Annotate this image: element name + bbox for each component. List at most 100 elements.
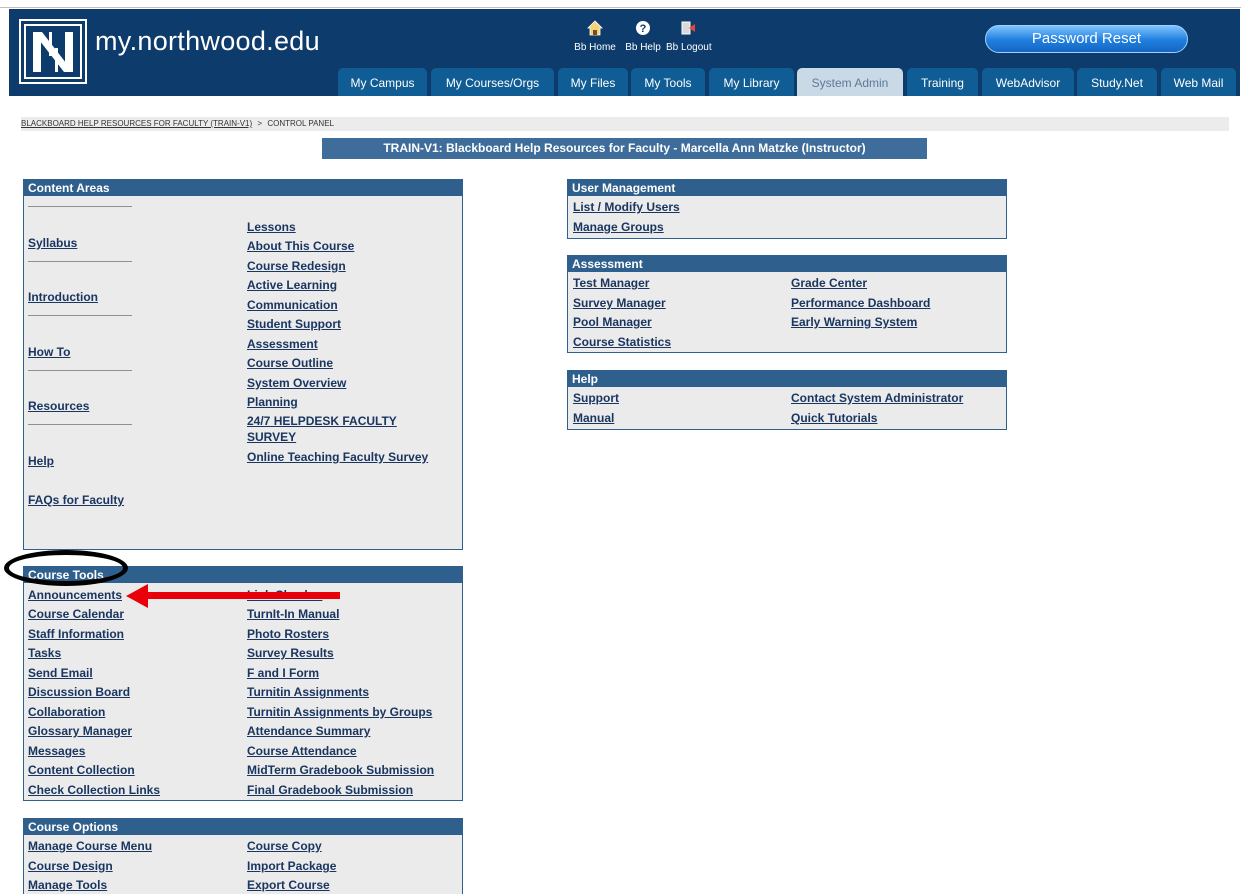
content-link-how-to[interactable]: How To	[28, 345, 70, 359]
content-link-lessons[interactable]: Lessons	[247, 220, 296, 234]
help-link-quick-tutorials[interactable]: Quick Tutorials	[791, 411, 877, 425]
tool-link-turnitin-assignments-groups[interactable]: Turnitin Assignments by Groups	[247, 705, 432, 719]
breadcrumb-current: CONTROL PANEL	[267, 119, 334, 128]
arrow-annotation	[144, 592, 340, 599]
password-reset-button[interactable]: Password Reset	[985, 25, 1188, 53]
tab-my-courses-orgs[interactable]: My Courses/Orgs	[431, 68, 554, 96]
breadcrumb-course-link[interactable]: BLACKBOARD HELP RESOURCES FOR FACULTY (T…	[21, 119, 252, 128]
content-link-active-learning[interactable]: Active Learning	[247, 278, 337, 292]
breadcrumb-separator: >	[257, 119, 263, 128]
tool-link-survey-results[interactable]: Survey Results	[247, 646, 334, 660]
assess-link-pool-manager[interactable]: Pool Manager	[573, 315, 652, 329]
content-link-help[interactable]: Help	[28, 454, 54, 468]
page: my.northwood.edu Bb Home ? Bb Help Bb Lo…	[0, 0, 1241, 894]
content-link-about-course[interactable]: About This Course	[247, 239, 354, 253]
help-icon: ?	[621, 20, 665, 38]
tool-link-content-collection[interactable]: Content Collection	[28, 763, 135, 777]
tool-link-turnitin-assignments[interactable]: Turnitin Assignments	[247, 685, 369, 699]
divider	[28, 424, 132, 425]
user-management-title: User Management	[568, 180, 1006, 196]
tool-link-discussion-board[interactable]: Discussion Board	[28, 685, 130, 699]
tab-my-tools[interactable]: My Tools	[631, 68, 705, 96]
tool-link-announcements[interactable]: Announcements	[28, 588, 122, 602]
arrow-head-icon	[126, 584, 148, 608]
top-rule	[0, 7, 1241, 8]
tool-link-collaboration[interactable]: Collaboration	[28, 705, 105, 719]
help-link-support[interactable]: Support	[573, 391, 619, 405]
content-areas-title: Content Areas	[24, 180, 462, 196]
logo-icon	[21, 21, 85, 82]
tool-link-midterm-gradebook[interactable]: MidTerm Gradebook Submission	[247, 763, 434, 777]
tab-my-library[interactable]: My Library	[709, 68, 794, 96]
tool-link-glossary-manager[interactable]: Glossary Manager	[28, 724, 132, 738]
bb-logout-label: Bb Logout	[666, 42, 712, 53]
assess-link-test-manager[interactable]: Test Manager	[573, 276, 649, 290]
help-title: Help	[568, 371, 1006, 387]
breadcrumb: BLACKBOARD HELP RESOURCES FOR FACULTY (T…	[21, 117, 1229, 131]
course-options-title: Course Options	[24, 819, 462, 835]
tool-link-f-and-i-form[interactable]: F and I Form	[247, 666, 319, 680]
highlight-circle	[4, 550, 128, 586]
content-link-planning[interactable]: Planning	[247, 395, 298, 409]
logout-icon	[666, 20, 710, 38]
tool-link-check-collection-links[interactable]: Check Collection Links	[28, 783, 160, 797]
bb-help-link[interactable]: ? Bb Help	[621, 20, 665, 53]
content-link-assessment[interactable]: Assessment	[247, 337, 318, 351]
tab-web-mail[interactable]: Web Mail	[1161, 68, 1236, 96]
option-link-course-copy[interactable]: Course Copy	[247, 839, 322, 853]
tool-link-staff-information[interactable]: Staff Information	[28, 627, 124, 641]
content-link-system-overview[interactable]: System Overview	[247, 376, 346, 390]
assess-link-performance-dashboard[interactable]: Performance Dashboard	[791, 296, 930, 310]
content-link-course-redesign[interactable]: Course Redesign	[247, 259, 346, 273]
tool-link-send-email[interactable]: Send Email	[28, 666, 93, 680]
divider	[28, 206, 132, 207]
assess-link-course-statistics[interactable]: Course Statistics	[573, 335, 671, 349]
help-link-manual[interactable]: Manual	[573, 411, 614, 425]
tool-link-final-gradebook[interactable]: Final Gradebook Submission	[247, 783, 413, 797]
option-link-course-design[interactable]: Course Design	[28, 859, 113, 873]
northwood-logo[interactable]	[19, 19, 87, 84]
content-link-faqs[interactable]: FAQs for Faculty	[28, 493, 124, 507]
option-link-manage-tools[interactable]: Manage Tools	[28, 878, 107, 892]
tool-link-photo-rosters[interactable]: Photo Rosters	[247, 627, 329, 641]
option-link-export-course[interactable]: Export Course	[247, 878, 330, 892]
content-link-syllabus[interactable]: Syllabus	[28, 236, 77, 250]
tab-webadvisor[interactable]: WebAdvisor	[982, 68, 1074, 96]
content-link-helpdesk-survey-cont[interactable]: SURVEY	[247, 430, 296, 444]
tool-link-attendance-summary[interactable]: Attendance Summary	[247, 724, 370, 738]
divider	[28, 370, 132, 371]
user-link-list-modify[interactable]: List / Modify Users	[573, 200, 680, 214]
bb-help-label: Bb Help	[625, 42, 661, 53]
content-link-helpdesk-survey[interactable]: 24/7 HELPDESK FACULTY	[247, 414, 397, 428]
option-link-manage-course-menu[interactable]: Manage Course Menu	[28, 839, 152, 853]
user-link-manage-groups[interactable]: Manage Groups	[573, 220, 664, 234]
tool-link-course-calendar[interactable]: Course Calendar	[28, 607, 124, 621]
assess-link-early-warning[interactable]: Early Warning System	[791, 315, 917, 329]
home-icon	[573, 20, 617, 38]
tab-my-campus[interactable]: My Campus	[338, 68, 427, 96]
tab-system-admin[interactable]: System Admin	[797, 68, 903, 96]
content-link-student-support[interactable]: Student Support	[247, 317, 341, 331]
content-link-course-outline[interactable]: Course Outline	[247, 356, 333, 370]
tab-my-files[interactable]: My Files	[558, 68, 628, 96]
site-name: my.northwood.edu	[95, 26, 320, 56]
help-link-contact-admin[interactable]: Contact System Administrator	[791, 391, 963, 405]
assess-link-survey-manager[interactable]: Survey Manager	[573, 296, 666, 310]
tool-link-messages[interactable]: Messages	[28, 744, 85, 758]
tool-link-tasks[interactable]: Tasks	[28, 646, 61, 660]
bb-logout-link[interactable]: Bb Logout	[666, 20, 712, 53]
content-link-communication[interactable]: Communication	[247, 298, 338, 312]
content-link-online-teaching-survey[interactable]: Online Teaching Faculty Survey	[247, 450, 428, 464]
tab-training[interactable]: Training	[907, 68, 978, 96]
content-link-introduction[interactable]: Introduction	[28, 290, 98, 304]
option-link-import-package[interactable]: Import Package	[247, 859, 336, 873]
assess-link-grade-center[interactable]: Grade Center	[791, 276, 867, 290]
tab-study-net[interactable]: Study.Net	[1077, 68, 1157, 96]
tool-link-course-attendance[interactable]: Course Attendance	[247, 744, 357, 758]
tool-link-turnitin-manual[interactable]: TurnIt-In Manual	[247, 607, 339, 621]
bb-home-label: Bb Home	[574, 42, 616, 53]
course-title: TRAIN-V1: Blackboard Help Resources for …	[322, 138, 927, 159]
bb-home-link[interactable]: Bb Home	[573, 20, 617, 53]
svg-text:?: ?	[640, 23, 647, 35]
content-link-resources[interactable]: Resources	[28, 399, 89, 413]
